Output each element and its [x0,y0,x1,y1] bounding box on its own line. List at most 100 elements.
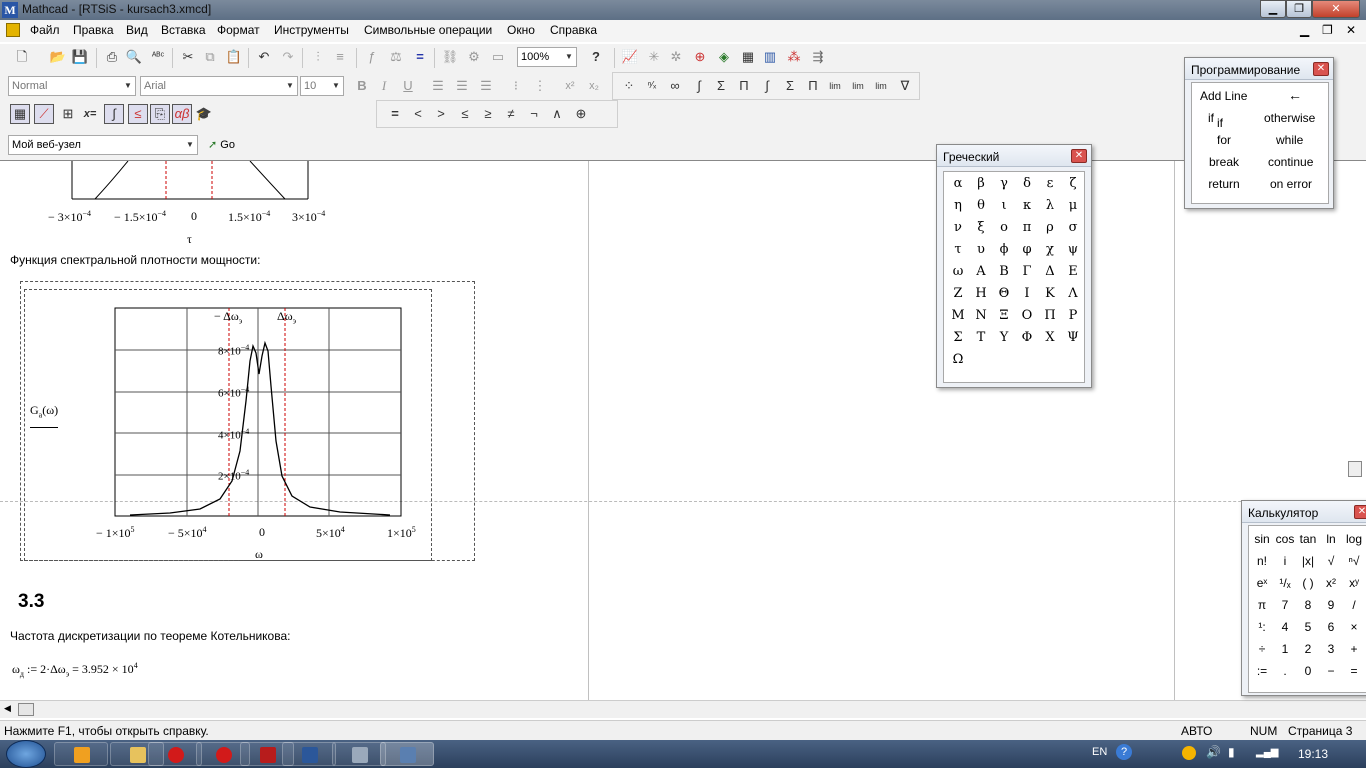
autocorrelation-plot[interactable] [0,161,360,251]
insert-hyperlink-icon[interactable]: ⛓ [440,47,460,67]
greek-symbol-button[interactable]: Φ [1017,330,1037,345]
add-line-button[interactable]: Add Line [1200,89,1247,103]
taskbar-calculator[interactable] [332,742,386,766]
calculator-key[interactable]: cos [1274,532,1296,546]
menu-insert[interactable]: Вставка [161,23,206,37]
local-assign-button[interactable]: ← [1288,87,1302,103]
greek-symbol-button[interactable]: Α [971,264,991,279]
copy-icon[interactable]: ⧉ [200,47,220,67]
greek-symbol-button[interactable]: σ [1063,220,1083,235]
menu-symbolics[interactable]: Символьные операции [364,23,492,37]
greek-symbol-button[interactable]: ν [948,220,968,235]
menu-tools[interactable]: Инструменты [274,23,349,37]
numbering-icon[interactable]: ⋮ [530,76,550,96]
calculator-key[interactable]: 5 [1297,620,1319,634]
menu-format[interactable]: Формат [217,23,260,37]
calculator-key[interactable]: × [1343,620,1365,634]
bool-greater-equal-button[interactable]: ≥ [478,104,498,124]
greek-symbol-button[interactable]: θ [971,198,991,213]
menu-edit[interactable]: Правка [73,23,114,37]
greek-symbol-button[interactable]: κ [1017,198,1037,213]
greek-symbol-button[interactable]: ο [994,220,1014,235]
product-range-icon[interactable]: Π [734,76,754,96]
bool-greater-button[interactable]: > [431,104,451,124]
limit-icon[interactable]: lim [825,76,845,96]
language-indicator[interactable]: EN [1092,746,1107,758]
redo-icon[interactable]: ↷ [278,47,298,67]
greek-symbol-button[interactable]: Μ [948,308,968,323]
calculator-key[interactable]: log [1343,532,1365,546]
go-button[interactable]: ➚ Go [204,135,239,155]
calculator-key[interactable]: − [1320,664,1342,678]
programming-toolbar-icon[interactable]: ✲ [666,47,686,67]
greek-symbol-button[interactable]: Δ [1040,264,1060,279]
calculate-icon[interactable]: = [410,47,430,67]
bullets-icon[interactable]: ⁝ [506,76,526,96]
calculator-key[interactable]: √ [1320,554,1342,568]
help-icon[interactable]: ? [586,47,606,67]
calculator-key[interactable]: ¹: [1251,620,1273,634]
greek-symbol-button[interactable]: Ρ [1063,308,1083,323]
greek-symbol-button[interactable]: Η [971,286,991,301]
resource-center-icon[interactable]: ▭ [488,47,508,67]
greek-symbol-button[interactable]: Ζ [948,286,968,301]
print-preview-icon[interactable]: 🔍 [124,47,144,67]
greek-symbol-button[interactable]: β [971,176,991,191]
insert-component-icon[interactable]: ⚙ [464,47,484,67]
new-icon[interactable]: 🗋 [12,47,32,67]
style-select[interactable]: Normal ▼ [8,76,136,96]
close-button[interactable]: ✕ [1312,0,1360,18]
calculator-key[interactable]: tan [1297,532,1319,546]
target-icon[interactable]: ⊕ [690,47,710,67]
taskbar-opera-1[interactable] [148,742,202,766]
calculator-key[interactable]: 3 [1320,642,1342,656]
menu-window[interactable]: Окно [507,23,535,37]
doc-close-button[interactable]: ✕ [1346,23,1356,37]
horizontal-scroll-thumb[interactable] [18,703,34,716]
on-error-button[interactable]: on error [1270,177,1312,191]
greek-close-icon[interactable]: ✕ [1071,149,1087,163]
calculator-key[interactable]: = [1343,664,1365,678]
product-icon[interactable]: Π [803,76,823,96]
calculator-key[interactable]: π [1251,598,1273,612]
greek-symbol-button[interactable]: Ξ [994,308,1014,323]
start-button[interactable] [6,740,46,768]
integral-icon[interactable]: ∫ [757,76,777,96]
insert-unit-icon[interactable]: ⚖ [386,47,406,67]
calculator-key[interactable]: ( ) [1297,576,1319,590]
continue-button[interactable]: continue [1268,155,1313,169]
greek-icon[interactable]: αβ [172,104,192,124]
greek-symbol-button[interactable]: α [948,176,968,191]
boolean-icon[interactable]: ≤ [128,104,148,124]
taskbar-mathcad[interactable] [380,742,434,766]
menu-view[interactable]: Вид [126,23,148,37]
greek-symbol-button[interactable]: ρ [1040,220,1060,235]
taskbar-word[interactable] [282,742,336,766]
menu-file[interactable]: Файл [30,23,60,37]
calculator-key[interactable]: 7 [1274,598,1296,612]
greek-symbol-button[interactable]: Γ [1017,264,1037,279]
calculator-key[interactable]: . [1274,664,1296,678]
programming-icon[interactable]: ⎘ [150,104,170,124]
calculator-key[interactable]: 4 [1274,620,1296,634]
definite-integral-icon[interactable]: ∫ [689,76,709,96]
sampling-frequency-formula[interactable]: ωд := 2·Δωэ = 3.952 × 104 [12,661,138,678]
greek-symbol-button[interactable]: Σ [948,330,968,345]
italic-icon[interactable]: I [374,76,394,96]
signal-icon[interactable]: ▂▄▆ [1256,747,1278,758]
undo-icon[interactable]: ↶ [254,47,274,67]
calculator-key[interactable]: := [1251,664,1273,678]
calculator-key[interactable]: x² [1320,576,1342,590]
greek-symbol-button[interactable]: Ψ [1063,330,1083,345]
greek-symbol-button[interactable]: χ [1040,242,1060,257]
greek-symbol-button[interactable]: μ [1063,198,1083,213]
align-center-icon[interactable]: ☰ [452,76,472,96]
greek-symbol-button[interactable]: Θ [994,286,1014,301]
bool-less-equal-button[interactable]: ≤ [455,104,475,124]
graph-toolbar-icon[interactable]: 📈 [620,47,640,67]
doc-minimize-button[interactable]: ▁ [1300,23,1309,37]
greek-symbol-button[interactable]: ε [1040,176,1060,191]
calculator-key[interactable]: 8 [1297,598,1319,612]
calculator-key[interactable]: i [1274,554,1296,568]
bool-xor-button[interactable]: ⊕ [571,104,591,124]
